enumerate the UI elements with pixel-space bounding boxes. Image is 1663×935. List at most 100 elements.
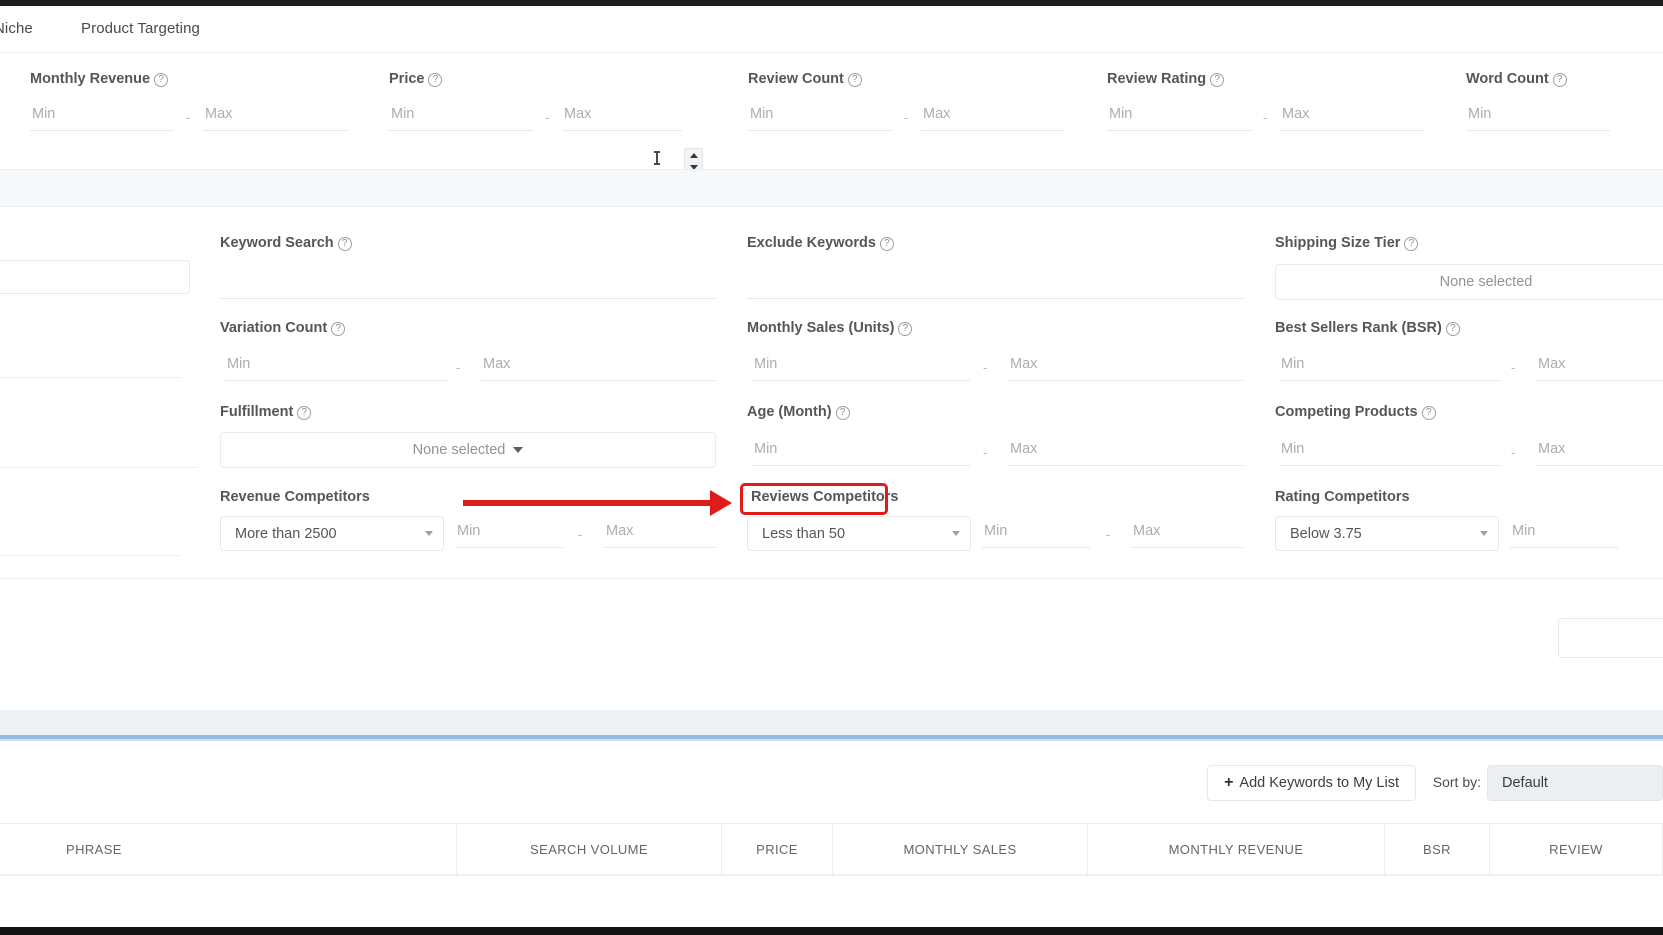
panel-bottom-divider: [0, 578, 1663, 579]
help-icon[interactable]: ?: [428, 73, 442, 87]
best-sellers-rank-max-input[interactable]: [1536, 351, 1663, 381]
monthly-revenue-max-input[interactable]: [203, 101, 347, 131]
chevron-down-icon[interactable]: [952, 531, 960, 536]
monthly-sales-dash: -: [983, 360, 987, 375]
tab-niche[interactable]: Niche: [0, 20, 33, 37]
rating-competitors-value: Below 3.75: [1290, 526, 1474, 542]
help-icon[interactable]: ?: [880, 237, 894, 251]
reviews-competitors-dash: -: [1106, 527, 1110, 542]
add-keywords-to-my-list-button[interactable]: + Add Keywords to My List: [1207, 765, 1416, 801]
price-max-input[interactable]: [562, 101, 682, 131]
rating-competitors-select[interactable]: Below 3.75: [1275, 516, 1499, 551]
advanced-filters-panel: Keyword Search? Variation Count? - Fulfi…: [0, 207, 1663, 627]
sort-by-value: Default: [1502, 775, 1548, 791]
label-price-text: Price: [389, 71, 424, 87]
chevron-down-icon[interactable]: [513, 447, 523, 453]
revenue-competitors-select[interactable]: More than 2500: [220, 516, 444, 551]
review-rating-min-input[interactable]: [1107, 101, 1251, 131]
label-shipping-size-tier: Shipping Size Tier?: [1275, 235, 1418, 251]
label-best-sellers-rank: Best Sellers Rank (BSR)?: [1275, 320, 1460, 336]
monthly-sales-min-input[interactable]: [752, 351, 970, 381]
competing-products-min-input[interactable]: [1279, 436, 1501, 466]
revenue-competitors-max-input[interactable]: [604, 518, 716, 548]
label-price: Price?: [389, 71, 442, 87]
clipped-left-box-field[interactable]: [0, 260, 190, 294]
age-month-min-input[interactable]: [752, 436, 970, 466]
clipped-right-box-field[interactable]: [1558, 618, 1663, 658]
label-revenue-competitors: Revenue Competitors: [220, 489, 370, 505]
age-month-max-input[interactable]: [1008, 436, 1243, 466]
label-keyword-search-text: Keyword Search: [220, 235, 334, 251]
column-header-price[interactable]: PRICE: [722, 824, 833, 874]
review-count-dash: -: [904, 110, 908, 125]
reviews-competitors-value: Less than 50: [762, 526, 946, 542]
best-sellers-rank-dash: -: [1511, 360, 1515, 375]
label-word-count-text: Word Count: [1466, 71, 1549, 87]
help-icon[interactable]: ?: [331, 322, 345, 336]
label-variation-count: Variation Count?: [220, 320, 345, 336]
monthly-sales-max-input[interactable]: [1008, 351, 1243, 381]
help-icon[interactable]: ?: [1553, 73, 1567, 87]
best-sellers-rank-min-input[interactable]: [1279, 351, 1501, 381]
help-icon[interactable]: ?: [848, 73, 862, 87]
help-icon[interactable]: ?: [1404, 237, 1418, 251]
help-icon[interactable]: ?: [836, 406, 850, 420]
label-review-rating: Review Rating?: [1107, 71, 1224, 87]
reviews-competitors-min-input[interactable]: [982, 518, 1090, 548]
chevron-down-icon[interactable]: [425, 531, 433, 536]
review-rating-max-input[interactable]: [1280, 101, 1424, 131]
revenue-competitors-min-input[interactable]: [455, 518, 563, 548]
revenue-competitors-dash: -: [578, 527, 582, 542]
label-reviews-competitors-text: Reviews Competitors: [751, 489, 898, 505]
competing-products-max-input[interactable]: [1536, 436, 1663, 466]
label-keyword-search: Keyword Search?: [220, 235, 352, 251]
reviews-competitors-select[interactable]: Less than 50: [747, 516, 971, 551]
price-min-input[interactable]: [389, 101, 533, 131]
chevron-down-icon[interactable]: [1480, 531, 1488, 536]
tab-product-targeting[interactable]: Product Targeting: [81, 20, 200, 37]
shipping-size-tier-multiselect[interactable]: None selected: [1275, 264, 1663, 300]
clipped-left-underline-3: [0, 555, 180, 556]
age-month-dash: -: [983, 445, 987, 460]
results-toolbar: + Add Keywords to My List Sort by: Defau…: [0, 741, 1663, 823]
help-icon[interactable]: ?: [297, 406, 311, 420]
text-cursor-icon: [656, 151, 658, 165]
help-icon[interactable]: ?: [1422, 406, 1436, 420]
exclude-keywords-input[interactable]: [747, 269, 1243, 299]
annotation-arrow-head: [710, 490, 732, 516]
help-icon[interactable]: ?: [898, 322, 912, 336]
label-rating-competitors-text: Rating Competitors: [1275, 489, 1410, 505]
help-icon[interactable]: ?: [154, 73, 168, 87]
sort-by-select[interactable]: Default: [1487, 765, 1663, 801]
variation-count-max-input[interactable]: [481, 351, 716, 381]
label-competing-products: Competing Products?: [1275, 404, 1436, 420]
revenue-competitors-value: More than 2500: [235, 526, 419, 542]
stepper-up-icon[interactable]: [690, 153, 698, 158]
help-icon[interactable]: ?: [338, 237, 352, 251]
label-age-month-text: Age (Month): [747, 404, 832, 420]
review-count-min-input[interactable]: [748, 101, 892, 131]
monthly-revenue-dash: -: [186, 110, 190, 125]
help-icon[interactable]: ?: [1210, 73, 1224, 87]
keyword-search-input[interactable]: [220, 269, 716, 299]
tab-bar: Niche Product Targeting: [0, 6, 1663, 52]
column-header-bsr[interactable]: BSR: [1385, 824, 1490, 874]
fulfillment-value: None selected: [413, 442, 506, 458]
column-header-phrase[interactable]: PHRASE: [0, 824, 457, 874]
label-variation-count-text: Variation Count: [220, 320, 327, 336]
help-icon[interactable]: ?: [1446, 322, 1460, 336]
column-header-search-volume[interactable]: SEARCH VOLUME: [457, 824, 722, 874]
word-count-min-input[interactable]: [1466, 101, 1610, 131]
shipping-size-tier-value: None selected: [1440, 274, 1533, 290]
column-header-monthly-revenue[interactable]: MONTHLY REVENUE: [1088, 824, 1385, 874]
column-header-review[interactable]: REVIEW: [1490, 824, 1663, 874]
variation-count-min-input[interactable]: [225, 351, 447, 381]
fulfillment-multiselect[interactable]: None selected: [220, 432, 716, 468]
review-count-max-input[interactable]: [921, 101, 1065, 131]
rating-competitors-min-input[interactable]: [1510, 518, 1618, 548]
label-revenue-competitors-text: Revenue Competitors: [220, 489, 370, 505]
label-shipping-size-tier-text: Shipping Size Tier: [1275, 235, 1400, 251]
monthly-revenue-min-input[interactable]: [30, 101, 174, 131]
column-header-monthly-sales[interactable]: MONTHLY SALES: [833, 824, 1088, 874]
reviews-competitors-max-input[interactable]: [1131, 518, 1243, 548]
